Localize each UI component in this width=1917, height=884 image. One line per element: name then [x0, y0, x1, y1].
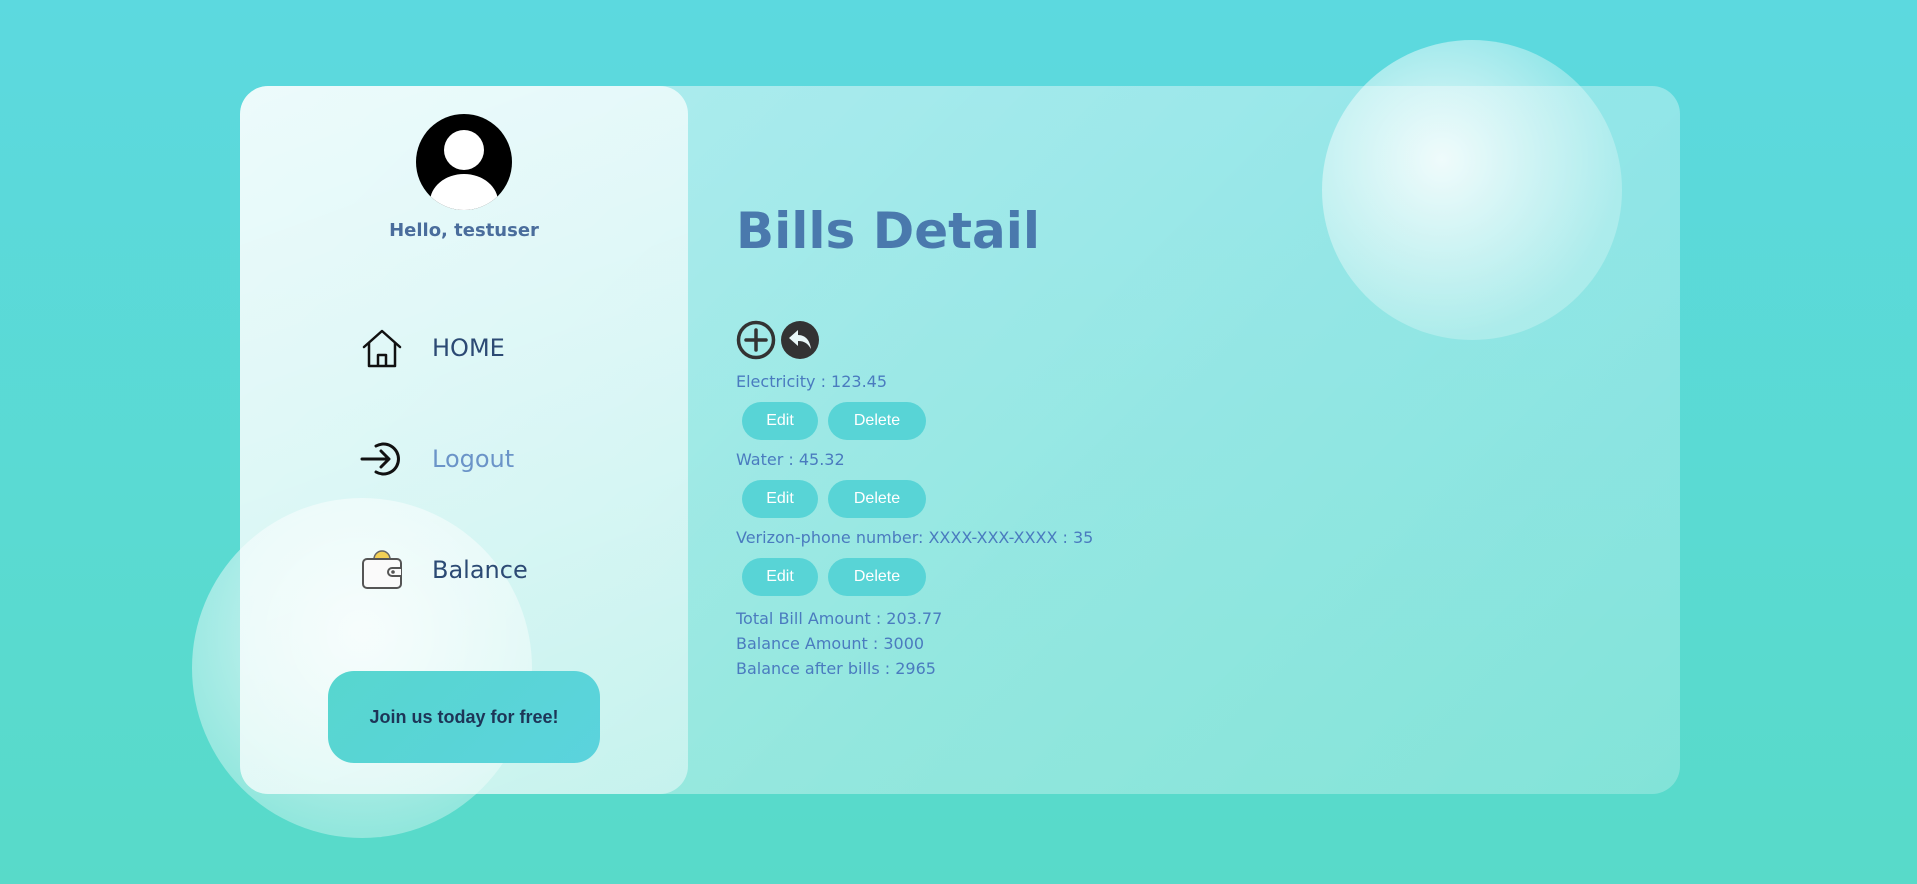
- balance-after-bills: Balance after bills : 2965: [736, 659, 936, 678]
- greeting: Hello, testuser: [389, 220, 539, 241]
- main-card: Hello, testuser HOME Logout Balance Join…: [240, 86, 1680, 794]
- bill-list: Electricity : 123.45 Edit Delete Water :…: [736, 372, 1093, 606]
- edit-button[interactable]: Edit: [742, 480, 818, 518]
- balance-amount: Balance Amount : 3000: [736, 634, 925, 653]
- bill-summary: Total Bill Amount : 203.77 Balance Amoun…: [736, 606, 942, 681]
- sidebar: Hello, testuser HOME Logout Balance Join…: [240, 86, 688, 794]
- join-button[interactable]: Join us today for free!: [328, 671, 600, 763]
- delete-button[interactable]: Delete: [828, 558, 926, 596]
- logout-icon: [360, 437, 404, 481]
- bill-item-actions: Edit Delete: [742, 558, 1093, 596]
- sidebar-item-home[interactable]: HOME: [360, 318, 505, 378]
- avatar-body: [430, 174, 498, 210]
- sidebar-item-balance[interactable]: Balance: [360, 540, 528, 600]
- back-icon[interactable]: [780, 320, 820, 360]
- total-bill-amount: Total Bill Amount : 203.77: [736, 609, 943, 628]
- bill-item-actions: Edit Delete: [742, 402, 1093, 440]
- home-icon: [360, 326, 404, 370]
- bill-item: Electricity : 123.45: [736, 372, 888, 391]
- edit-button[interactable]: Edit: [742, 402, 818, 440]
- sidebar-item-label: Logout: [432, 445, 515, 473]
- sidebar-item-logout[interactable]: Logout: [360, 429, 514, 489]
- add-icon[interactable]: [736, 320, 776, 360]
- avatar-head: [444, 130, 484, 170]
- bill-item: Verizon-phone number: XXXX-XXX-XXXX : 35: [736, 528, 1094, 547]
- edit-button[interactable]: Edit: [742, 558, 818, 596]
- delete-button[interactable]: Delete: [828, 480, 926, 518]
- bill-actions-toolbar: [736, 320, 820, 360]
- bill-item: Water : 45.32: [736, 450, 845, 469]
- wallet-icon: [360, 548, 404, 592]
- delete-button[interactable]: Delete: [828, 402, 926, 440]
- avatar: [416, 114, 512, 210]
- sidebar-item-label: Balance: [432, 556, 528, 584]
- page-title: Bills Detail: [736, 202, 1041, 260]
- bill-item-actions: Edit Delete: [742, 480, 1093, 518]
- sidebar-item-label: HOME: [432, 334, 505, 362]
